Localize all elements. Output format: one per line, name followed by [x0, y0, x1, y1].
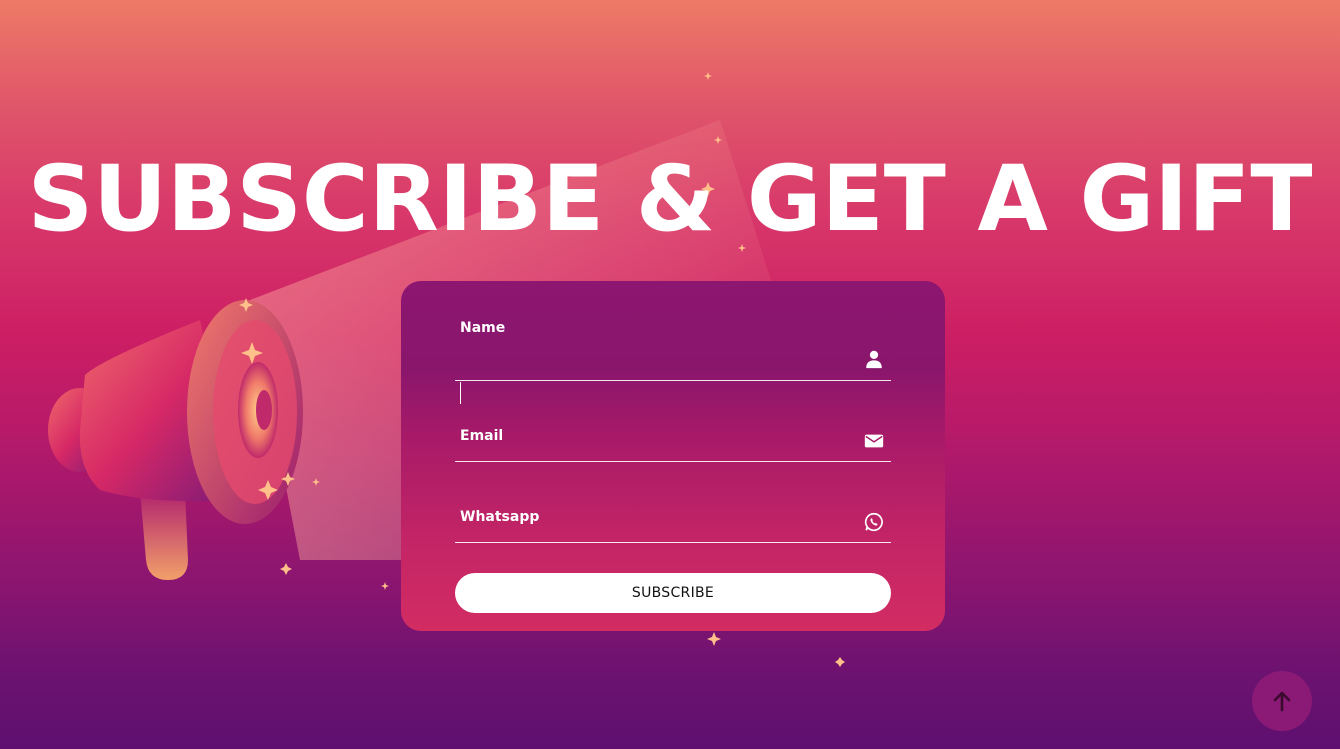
name-input[interactable] — [459, 342, 849, 368]
user-icon — [863, 348, 885, 370]
arrow-up-icon — [1273, 691, 1291, 712]
subscribe-form: Name Email Whatsapp SUBSCRIBE — [401, 281, 945, 631]
envelope-icon — [863, 430, 885, 452]
whatsapp-input[interactable] — [459, 504, 849, 530]
megaphone-handle — [140, 490, 188, 580]
name-label: Name — [460, 320, 506, 336]
subscribe-button[interactable]: SUBSCRIBE — [455, 573, 891, 613]
email-input[interactable] — [459, 423, 849, 449]
email-field: Email — [455, 401, 891, 462]
name-field: Name — [455, 320, 891, 404]
whatsapp-field: Whatsapp — [455, 482, 891, 543]
page-title: SUBSCRIBE & GET A GIFT — [27, 147, 1313, 252]
whatsapp-icon — [863, 511, 885, 533]
back-to-top-button[interactable] — [1252, 671, 1312, 731]
